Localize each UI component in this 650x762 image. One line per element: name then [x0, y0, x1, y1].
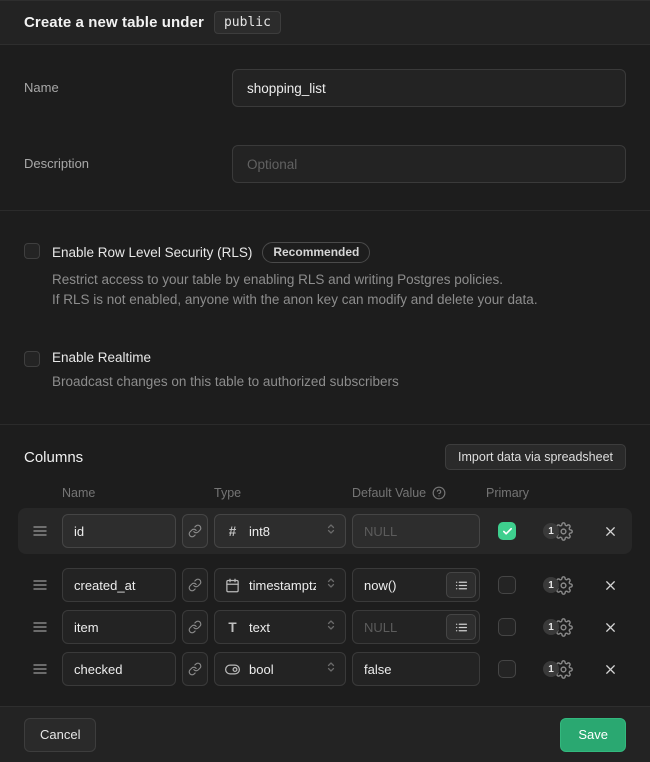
column-type-select[interactable]: T text: [214, 610, 346, 644]
columns-title: Columns: [24, 449, 83, 466]
column-default-input[interactable]: [353, 653, 479, 685]
column-type-select[interactable]: # int8: [214, 514, 346, 548]
column-name-input[interactable]: [62, 610, 176, 644]
primary-key-checkbox[interactable]: [498, 660, 516, 678]
header-default-value: Default Value: [352, 486, 426, 500]
table-name-input[interactable]: [232, 69, 626, 107]
recommended-badge: Recommended: [262, 242, 370, 263]
chevron-up-down-icon: [325, 619, 337, 635]
remove-column-icon[interactable]: [603, 524, 618, 539]
column-type-select[interactable]: timestamptz: [214, 568, 346, 602]
columns-section: Columns Import data via spreadsheet Name…: [0, 425, 650, 706]
dialog-header: Create a new table under public: [0, 1, 650, 45]
foreign-key-link-icon[interactable]: [182, 652, 208, 686]
text-type-icon: T: [225, 620, 240, 635]
cancel-button[interactable]: Cancel: [24, 718, 96, 752]
dialog-title: Create a new table under: [24, 14, 204, 31]
column-row-created-at: timestamptz 1: [24, 564, 626, 606]
settings-count-badge: 1: [543, 577, 559, 593]
description-label: Description: [24, 145, 232, 171]
column-type-select[interactable]: bool: [214, 652, 346, 686]
primary-key-checkbox[interactable]: [498, 618, 516, 636]
column-name-input[interactable]: [62, 514, 176, 548]
table-description-input[interactable]: [232, 145, 626, 183]
settings-count-badge: 1: [543, 523, 559, 539]
rls-toggle-group: Enable Row Level Security (RLS) Recommen…: [24, 242, 626, 310]
column-row-checked: bool 1: [24, 648, 626, 690]
primary-key-checkbox[interactable]: [498, 576, 516, 594]
save-button[interactable]: Save: [560, 718, 626, 752]
remove-column-icon[interactable]: [603, 620, 618, 635]
realtime-description: Broadcast changes on this table to autho…: [52, 372, 626, 392]
name-label: Name: [24, 69, 232, 95]
column-default-input[interactable]: [353, 569, 446, 601]
table-options-section: Enable Row Level Security (RLS) Recommen…: [0, 211, 650, 425]
foreign-key-link-icon[interactable]: [182, 514, 208, 548]
drag-handle-icon[interactable]: [32, 523, 48, 539]
columns-table-header: Name Type Default Value Primary: [24, 486, 626, 500]
name-row: Name: [24, 69, 626, 107]
column-row-item: T text 1: [24, 606, 626, 648]
help-circle-icon[interactable]: [432, 486, 446, 500]
column-name-input[interactable]: [62, 652, 176, 686]
description-row: Description: [24, 145, 626, 183]
header-primary: Primary: [486, 486, 528, 500]
realtime-checkbox[interactable]: [24, 351, 40, 367]
drag-handle-icon[interactable]: [32, 661, 48, 677]
rls-checkbox[interactable]: [24, 243, 40, 259]
remove-column-icon[interactable]: [603, 578, 618, 593]
drag-handle-icon[interactable]: [32, 577, 48, 593]
calendar-icon: [225, 578, 240, 593]
chevron-up-down-icon: [325, 523, 337, 539]
chevron-up-down-icon: [325, 577, 337, 593]
rls-label: Enable Row Level Security (RLS): [52, 245, 252, 260]
rls-description: Restrict access to your table by enablin…: [52, 270, 626, 310]
column-default-input[interactable]: [353, 611, 446, 643]
import-spreadsheet-button[interactable]: Import data via spreadsheet: [445, 444, 626, 470]
realtime-label: Enable Realtime: [52, 350, 151, 365]
schema-badge: public: [214, 11, 281, 34]
settings-count-badge: 1: [543, 619, 559, 635]
settings-count-badge: 1: [543, 661, 559, 677]
table-info-section: Name Description: [0, 45, 650, 211]
chevron-up-down-icon: [325, 661, 337, 677]
create-table-dialog: Create a new table under public Name Des…: [0, 0, 650, 761]
realtime-toggle-group: Enable Realtime Broadcast changes on thi…: [24, 350, 626, 392]
default-suggestions-icon[interactable]: [446, 572, 476, 598]
toggle-icon: [225, 662, 240, 677]
column-row-id: # int8 1: [18, 508, 632, 554]
primary-key-checkbox[interactable]: [498, 522, 516, 540]
default-suggestions-icon[interactable]: [446, 614, 476, 640]
header-name: Name: [62, 486, 176, 500]
column-name-input[interactable]: [62, 568, 176, 602]
drag-handle-icon[interactable]: [32, 619, 48, 635]
remove-column-icon[interactable]: [603, 662, 618, 677]
hash-icon: #: [225, 524, 240, 539]
foreign-key-link-icon[interactable]: [182, 610, 208, 644]
column-default-input: [353, 515, 479, 547]
foreign-key-link-icon[interactable]: [182, 568, 208, 602]
header-type: Type: [214, 486, 346, 500]
dialog-footer: Cancel Save: [0, 706, 650, 762]
